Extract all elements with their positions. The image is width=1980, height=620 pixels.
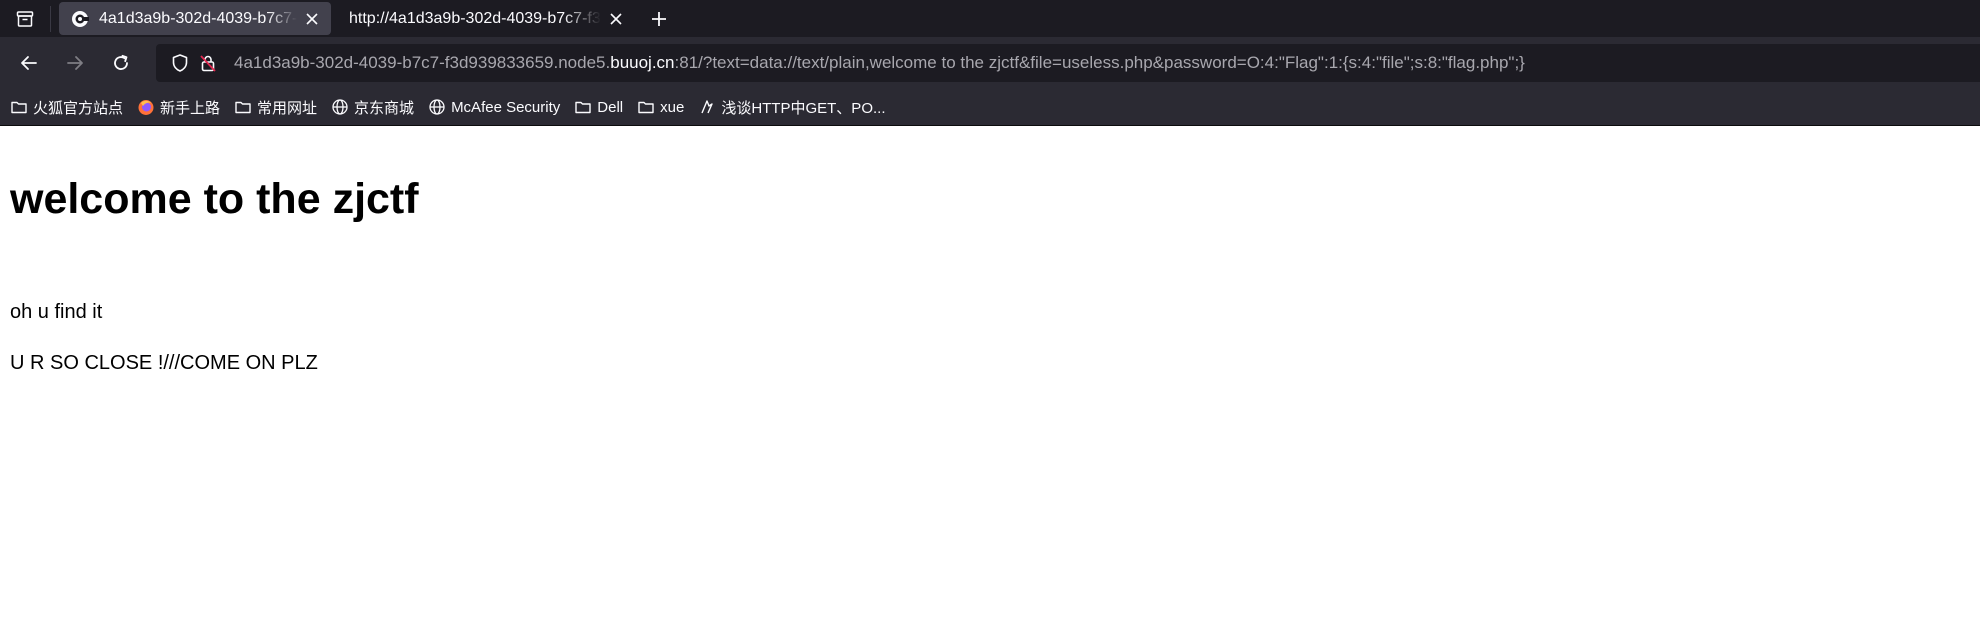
tab-title: 4a1d3a9b-302d-4039-b7c7-f3d939833659.nod…: [99, 9, 297, 27]
tab-active[interactable]: 4a1d3a9b-302d-4039-b7c7-f3d939833659.nod…: [59, 2, 331, 35]
url-host: buuoj.cn: [610, 53, 675, 72]
page-content: welcome to the zjctf oh u find it U R SO…: [0, 126, 1980, 375]
bookmark-item[interactable]: 京东商城: [331, 97, 414, 118]
folder-icon: [235, 101, 251, 114]
url-text[interactable]: 4a1d3a9b-302d-4039-b7c7-f3d939833659.nod…: [234, 53, 1525, 73]
bookmark-item[interactable]: xue: [637, 98, 684, 116]
tracking-protection-button[interactable]: [170, 53, 190, 73]
site-favicon-icon: [72, 10, 89, 27]
bookmark-item[interactable]: 火狐官方站点: [10, 97, 123, 118]
bookmark-label: McAfee Security: [451, 98, 561, 116]
shield-icon: [172, 54, 188, 72]
forward-button[interactable]: [58, 46, 92, 80]
globe-icon: [429, 99, 445, 115]
bookmark-item[interactable]: 浅谈HTTP中GET、PO...: [698, 97, 886, 118]
bookmark-label: 浅谈HTTP中GET、PO...: [721, 99, 886, 117]
bookmark-item[interactable]: 新手上路: [137, 97, 220, 118]
back-button[interactable]: [12, 46, 46, 80]
back-arrow-icon: [21, 56, 37, 70]
bookmark-label: 火狐官方站点: [33, 99, 124, 117]
tab-list-icon: [16, 10, 34, 27]
bookmark-label: 京东商城: [354, 99, 415, 117]
bookmark-item[interactable]: McAfee Security: [428, 98, 560, 116]
bookmark-favicon-icon: [701, 100, 714, 114]
bookmark-item[interactable]: 常用网址: [234, 97, 317, 118]
tab-list-button[interactable]: [0, 0, 50, 37]
folder-icon: [11, 101, 27, 114]
navigation-toolbar: 4a1d3a9b-302d-4039-b7c7-f3d939833659.nod…: [0, 37, 1980, 89]
folder-icon: [575, 101, 591, 114]
bookmarks-toolbar: 火狐官方站点 新手上路 常用网址 京东商城 McAfee Security De…: [0, 89, 1980, 126]
new-tab-button[interactable]: [639, 0, 679, 37]
tab-inactive[interactable]: http://4a1d3a9b-302d-4039-b7c7-f3d939833…: [335, 2, 635, 35]
close-icon: [610, 12, 622, 25]
tab-close-button[interactable]: [605, 8, 627, 30]
url-suffix: :81/?text=data://text/plain,welcome to t…: [674, 53, 1525, 72]
tab-close-button[interactable]: [301, 8, 323, 30]
firefox-icon: [138, 100, 154, 115]
url-prefix: 4a1d3a9b-302d-4039-b7c7-f3d939833659.nod…: [234, 53, 611, 72]
url-bar[interactable]: 4a1d3a9b-302d-4039-b7c7-f3d939833659.nod…: [156, 44, 1980, 82]
page-heading: welcome to the zjctf: [10, 175, 419, 223]
tab-title: http://4a1d3a9b-302d-4039-b7c7-f3d939833…: [349, 9, 601, 27]
bookmark-label: 新手上路: [160, 99, 221, 117]
tab-divider: [50, 5, 51, 32]
globe-icon: [332, 99, 348, 115]
folder-icon: [638, 101, 654, 114]
tab-strip: 4a1d3a9b-302d-4039-b7c7-f3d939833659.nod…: [0, 0, 1980, 37]
reload-button[interactable]: [104, 46, 138, 80]
bookmark-label: xue: [660, 98, 685, 116]
plus-icon: [652, 11, 666, 26]
close-icon: [306, 12, 318, 25]
insecure-lock-icon: [200, 55, 216, 72]
bookmark-label: Dell: [597, 98, 624, 116]
site-info-button[interactable]: [198, 53, 218, 73]
page-text-line: oh u find it: [10, 301, 103, 323]
bookmark-item[interactable]: Dell: [574, 98, 623, 116]
bookmark-label: 常用网址: [257, 99, 318, 117]
page-text-line: U R SO CLOSE !///COME ON PLZ: [10, 352, 318, 374]
forward-arrow-icon: [67, 56, 83, 70]
reload-icon: [114, 54, 128, 70]
